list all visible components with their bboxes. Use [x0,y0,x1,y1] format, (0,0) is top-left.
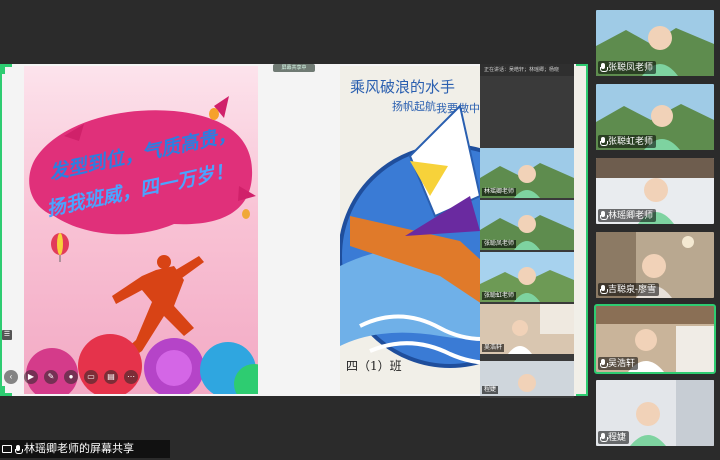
frame-corner [2,386,12,396]
meeting-window: 屏幕共享中 发型到位，气质高贵， 扬我班威，四一万岁！ 乘风破浪的水手 扬帆起航… [0,0,720,460]
participant-name: 吴浩轩 [608,358,636,368]
mic-icon [15,444,23,454]
mic-icon [600,433,608,442]
mic-icon [600,285,608,294]
mic-icon [600,359,608,368]
participant-gallery: 张聪凤老师 张聪虹老师 林瑶卿老师 吉聪泉-廖雪 吴浩轩 程婕 [590,0,720,460]
participant-label: 张聪虹老师 [598,135,657,148]
prev-slide-icon[interactable]: ‹ [4,370,18,384]
float-tile-label: 程婕 [482,386,499,394]
float-tile-label: 林瑶卿老师 [482,188,517,196]
float-tile[interactable]: 吴浩轩 [480,304,574,354]
pointer-icon[interactable]: ● [64,370,78,384]
speaking-indicator: 正在讲话：吴皓轩；林瑶卿；杨晓 [480,64,574,76]
participant-label: 吉聪泉-廖雪 [598,283,659,296]
floating-video-panel[interactable]: 正在讲话：吴皓轩；林瑶卿；杨晓 林瑶卿老师 张聪凤老师 张聪虹老师 吴浩轩 程婕 [480,64,574,398]
drawing-signature: 四（1）班 [346,359,402,373]
participant-name: 林瑶卿老师 [608,210,654,220]
mic-icon [600,211,608,220]
participant-label: 张聪凤老师 [598,61,657,74]
participant-name: 程婕 [608,432,627,442]
participant-tile[interactable]: 吉聪泉-廖雪 [596,232,714,298]
mic-icon [600,63,608,72]
screen-share-icon [2,445,12,453]
participant-tile[interactable]: 张聪凤老师 [596,10,714,76]
share-owner-text: 林瑶卿老师的屏幕共享 [24,443,134,455]
participant-name: 张聪凤老师 [608,62,654,72]
float-tile-label: 张聪虹老师 [482,292,517,300]
participant-tile-active[interactable]: 吴浩轩 [594,304,716,374]
float-tile-label: 张聪凤老师 [482,240,517,248]
float-tile-label: 吴浩轩 [482,344,505,352]
frame-corner [2,64,12,74]
slide-controls: ‹ ▶ ✎ ● ▭ ▤ ⋯ [4,370,138,384]
participant-name: 吉聪泉-廖雪 [608,284,656,294]
float-tile[interactable]: 程婕 [480,356,574,396]
screen-icon[interactable]: ▭ [84,370,98,384]
participant-tile[interactable]: 林瑶卿老师 [596,158,714,224]
participant-tile[interactable]: 程婕 [596,380,714,446]
float-tile[interactable]: 张聪虹老师 [480,252,574,302]
participant-label: 林瑶卿老师 [598,209,657,222]
float-tile[interactable]: 林瑶卿老师 [480,148,574,198]
participant-label: 吴浩轩 [598,357,639,370]
poster-slide: 发型到位，气质高贵， 扬我班威，四一万岁！ [24,66,258,394]
subtitle-icon[interactable]: ▤ [104,370,118,384]
participant-name: 张聪虹老师 [608,136,654,146]
drawing-text-line1: 乘风破浪的水手 [350,78,455,96]
play-icon[interactable]: ▶ [24,370,38,384]
participant-tile[interactable]: 张聪虹老师 [596,84,714,150]
share-status-chip[interactable]: 屏幕共享中 [273,64,315,72]
participant-label: 程婕 [598,431,630,444]
drawing-text-line2: 扬帆起航 [392,99,436,113]
slide-menu-icon[interactable]: ☰ [2,330,12,340]
poster-art: 发型到位，气质高贵， 扬我班威，四一万岁！ [26,96,258,394]
float-tile[interactable]: 张聪凤老师 [480,200,574,250]
pen-icon[interactable]: ✎ [44,370,58,384]
mic-icon [600,137,608,146]
screen-share-label[interactable]: 林瑶卿老师的屏幕共享 [0,440,170,458]
more-icon[interactable]: ⋯ [124,370,138,384]
